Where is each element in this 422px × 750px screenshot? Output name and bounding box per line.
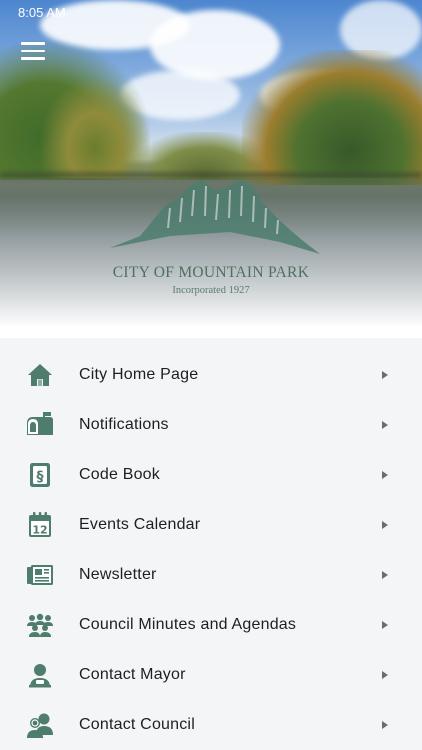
tree-line-right xyxy=(242,50,422,185)
city-logo-title: CITY OF MOUNTAIN PARK xyxy=(112,264,310,281)
menu-item-label: City Home Page xyxy=(79,366,199,383)
menu-item-label: Events Calendar xyxy=(79,516,201,533)
chevron-right-icon xyxy=(382,421,388,429)
svg-text:12: 12 xyxy=(32,524,47,537)
menu-item-contact-council[interactable]: Contact Council xyxy=(0,700,422,750)
menu-item-label: Contact Council xyxy=(79,716,195,733)
menu-item-label: Council Minutes and Agendas xyxy=(79,616,297,633)
newspaper-icon xyxy=(26,561,54,589)
hero-image: CITY OF MOUNTAIN PARK Incorporated 1927 xyxy=(0,0,422,338)
mailbox-icon xyxy=(26,411,54,439)
svg-text:§: § xyxy=(37,469,44,485)
group-icon xyxy=(26,611,54,639)
chevron-right-icon xyxy=(382,521,388,529)
chevron-right-icon xyxy=(382,621,388,629)
person-icon xyxy=(26,661,54,689)
menu-item-label: Contact Mayor xyxy=(79,666,186,683)
city-logo-subtitle: Incorporated 1927 xyxy=(172,285,250,296)
menu-item-city-home-page[interactable]: City Home Page xyxy=(0,350,422,400)
mountain-logo-icon xyxy=(110,180,320,254)
menu-item-council-minutes-and-agendas[interactable]: Council Minutes and Agendas xyxy=(0,600,422,650)
menu-item-contact-mayor[interactable]: Contact Mayor xyxy=(0,650,422,700)
menu-item-label: Newsletter xyxy=(79,566,157,583)
council-members-icon xyxy=(26,711,54,739)
hamburger-icon xyxy=(21,49,45,52)
menu-item-notifications[interactable]: Notifications xyxy=(0,400,422,450)
hamburger-icon xyxy=(21,57,45,60)
menu-item-events-calendar[interactable]: 12 Events Calendar xyxy=(0,500,422,550)
menu-item-label: Code Book xyxy=(79,466,160,483)
chevron-right-icon xyxy=(382,471,388,479)
chevron-right-icon xyxy=(382,721,388,729)
calendar-icon: 12 xyxy=(26,511,54,539)
menu-item-label: Notifications xyxy=(79,416,169,433)
chevron-right-icon xyxy=(382,671,388,679)
home-icon xyxy=(26,361,54,389)
chevron-right-icon xyxy=(382,371,388,379)
status-bar-time: 8:05 AM xyxy=(18,5,66,20)
chevron-right-icon xyxy=(382,571,388,579)
menu-button[interactable] xyxy=(21,42,45,60)
menu-item-code-book[interactable]: § Code Book xyxy=(0,450,422,500)
menu-item-newsletter[interactable]: Newsletter xyxy=(0,550,422,600)
law-book-icon: § xyxy=(26,461,54,489)
hamburger-icon xyxy=(21,42,45,45)
main-menu: City Home Page Notifications § Code Book… xyxy=(0,338,422,750)
